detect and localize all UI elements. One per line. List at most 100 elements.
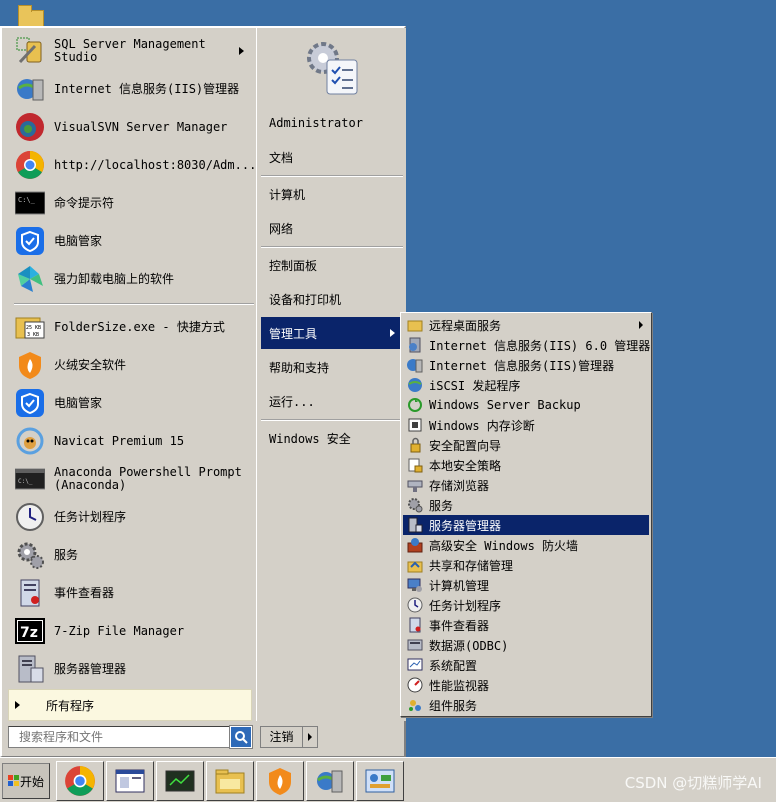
place-label: 运行... — [269, 394, 315, 409]
task-scheduler-icon — [14, 501, 46, 533]
huorong-icon[interactable] — [256, 761, 304, 801]
place-computer[interactable]: 计算机 — [261, 178, 403, 210]
svg-text:C:\_: C:\_ — [18, 478, 33, 485]
menu-item-label: 计算机管理 — [429, 578, 490, 593]
server-manager-icon[interactable] — [306, 761, 354, 801]
search-icon[interactable] — [229, 725, 253, 749]
user-avatar[interactable] — [301, 36, 365, 100]
logoff-button[interactable]: 注销 — [260, 726, 318, 748]
submenu-arrow-icon — [239, 47, 244, 55]
windows-logo-icon — [7, 775, 19, 786]
program-uninstaller[interactable]: 强力卸载电脑上的软件 — [10, 260, 254, 298]
performance-monitor-icon — [407, 677, 423, 693]
all-programs-button[interactable]: 所有程序 — [8, 689, 252, 721]
program-7zip[interactable]: 7z 7-Zip File Manager — [10, 612, 254, 650]
event-viewer-icon — [407, 617, 423, 633]
menu-item-security-policy[interactable]: 本地安全策略 — [403, 455, 649, 475]
menu-item-label: 组件服务 — [429, 698, 478, 713]
taskbar: 开始 CSDN @切糕师学AI — [0, 757, 776, 802]
sql-server-icon — [14, 35, 46, 67]
huorong-icon — [14, 349, 46, 381]
folder-icon — [407, 317, 423, 333]
menu-item-iscsi[interactable]: iSCSI 发起程序 — [403, 375, 649, 395]
start-button[interactable]: 开始 — [2, 763, 50, 799]
menu-item-share-storage[interactable]: 共享和存储管理 — [403, 555, 649, 575]
menu-item-label: 存储浏览器 — [429, 478, 490, 493]
start-label: 开始 — [19, 774, 44, 789]
menu-item-component-services[interactable]: 组件服务 — [403, 695, 649, 715]
place-user[interactable]: Administrator — [261, 107, 403, 139]
program-chrome-localhost[interactable]: http://localhost:8030/Adm... — [10, 146, 256, 184]
menu-item-storage-explorer[interactable]: 存储浏览器 — [403, 475, 649, 495]
place-devices-printers[interactable]: 设备和打印机 — [261, 283, 403, 315]
program-label: FolderSize.exe - 快捷方式 — [54, 319, 225, 334]
place-label: 控制面板 — [269, 258, 318, 273]
place-windows-security[interactable]: Windows 安全 — [261, 422, 403, 454]
menu-item-performance-monitor[interactable]: 性能监视器 — [403, 675, 649, 695]
system-config-icon — [407, 657, 423, 673]
menu-item-odbc[interactable]: 数据源(ODBC) — [403, 635, 649, 655]
services-icon — [14, 539, 46, 571]
terminal-icon[interactable] — [156, 761, 204, 801]
anaconda-prompt-icon: C:\_ — [14, 463, 46, 495]
menu-item-label: 共享和存储管理 — [429, 558, 514, 573]
program-label: SQL Server Management Studio — [54, 37, 206, 64]
program-anaconda-prompt[interactable]: C:\_ Anaconda Powershell Prompt (Anacond… — [10, 460, 254, 498]
program-label: 强力卸载电脑上的软件 — [54, 271, 175, 286]
admin-tools-submenu: 远程桌面服务 Internet 信息服务(IIS) 6.0 管理器 Intern… — [400, 312, 652, 717]
menu-item-server-manager[interactable]: 服务器管理器 — [403, 515, 649, 535]
start-menu: SQL Server Management Studio Internet 信息… — [0, 26, 406, 757]
menu-item-backup[interactable]: Windows Server Backup — [403, 395, 649, 415]
control-panel-icon[interactable] — [356, 761, 404, 801]
svg-text:7z: 7z — [20, 625, 38, 641]
menu-item-label: 事件查看器 — [429, 618, 490, 633]
security-policy-icon — [407, 457, 423, 473]
search-input[interactable] — [8, 726, 230, 748]
menu-item-task-scheduler[interactable]: 任务计划程序 — [403, 595, 649, 615]
program-event-viewer[interactable]: 事件查看器 — [10, 574, 254, 612]
tencent-pc-manager-icon — [14, 387, 46, 419]
place-control-panel[interactable]: 控制面板 — [261, 249, 403, 281]
menu-item-memory-diagnostic[interactable]: Windows 内存诊断 — [403, 415, 649, 435]
file-explorer-icon[interactable] — [206, 761, 254, 801]
watermark-text: CSDN @切糕师学AI — [624, 774, 762, 792]
menu-item-services[interactable]: 服务 — [403, 495, 649, 515]
server-manager-icon — [14, 653, 46, 685]
place-documents[interactable]: 文档 — [261, 141, 403, 173]
program-services[interactable]: 服务 — [10, 536, 254, 574]
menu-item-remote-desktop[interactable]: 远程桌面服务 — [403, 315, 649, 335]
program-server-manager[interactable]: 服务器管理器 — [10, 650, 254, 688]
menu-item-security-wizard[interactable]: 安全配置向导 — [403, 435, 649, 455]
menu-item-label: 服务器管理器 — [429, 518, 502, 533]
place-network[interactable]: 网络 — [261, 212, 403, 244]
program-pc-manager[interactable]: 电脑管家 — [10, 222, 254, 260]
program-task-scheduler[interactable]: 任务计划程序 — [10, 498, 254, 536]
explorer-window-icon[interactable] — [106, 761, 154, 801]
menu-item-label: 远程桌面服务 — [429, 318, 502, 333]
program-navicat[interactable]: Navicat Premium 15 — [10, 422, 254, 460]
place-label: 网络 — [269, 221, 294, 236]
menu-item-firewall[interactable]: 高级安全 Windows 防火墙 — [403, 535, 649, 555]
menu-item-system-config[interactable]: 系统配置 — [403, 655, 649, 675]
menu-item-computer-management[interactable]: 计算机管理 — [403, 575, 649, 595]
menu-item-iis6[interactable]: Internet 信息服务(IIS) 6.0 管理器 — [403, 335, 650, 355]
menu-item-label: iSCSI 发起程序 — [429, 378, 521, 393]
program-iis-manager[interactable]: Internet 信息服务(IIS)管理器 — [10, 70, 254, 108]
backup-icon — [407, 397, 423, 413]
place-run[interactable]: 运行... — [261, 385, 403, 417]
foldersize-icon: 25 KB 3 KB — [14, 311, 46, 343]
place-help[interactable]: 帮助和支持 — [261, 351, 403, 383]
program-huorong[interactable]: 火绒安全软件 — [10, 346, 254, 384]
program-foldersize[interactable]: 25 KB 3 KB FolderSize.exe - 快捷方式 — [10, 308, 254, 346]
menu-item-iis[interactable]: Internet 信息服务(IIS)管理器 — [403, 355, 649, 375]
arrow-right-icon — [15, 701, 20, 709]
logoff-label: 注销 — [261, 727, 303, 747]
chrome-icon[interactable] — [56, 761, 104, 801]
shutdown-options-arrow-icon[interactable] — [308, 733, 312, 741]
program-visualsvn[interactable]: VisualSVN Server Manager — [10, 108, 254, 146]
program-pc-manager-2[interactable]: 电脑管家 — [10, 384, 254, 422]
place-admin-tools[interactable]: 管理工具 — [261, 317, 403, 349]
program-sql-server[interactable]: SQL Server Management Studio — [10, 32, 254, 70]
program-command-prompt[interactable]: C:\_ 命令提示符 — [10, 184, 254, 222]
menu-item-event-viewer[interactable]: 事件查看器 — [403, 615, 649, 635]
